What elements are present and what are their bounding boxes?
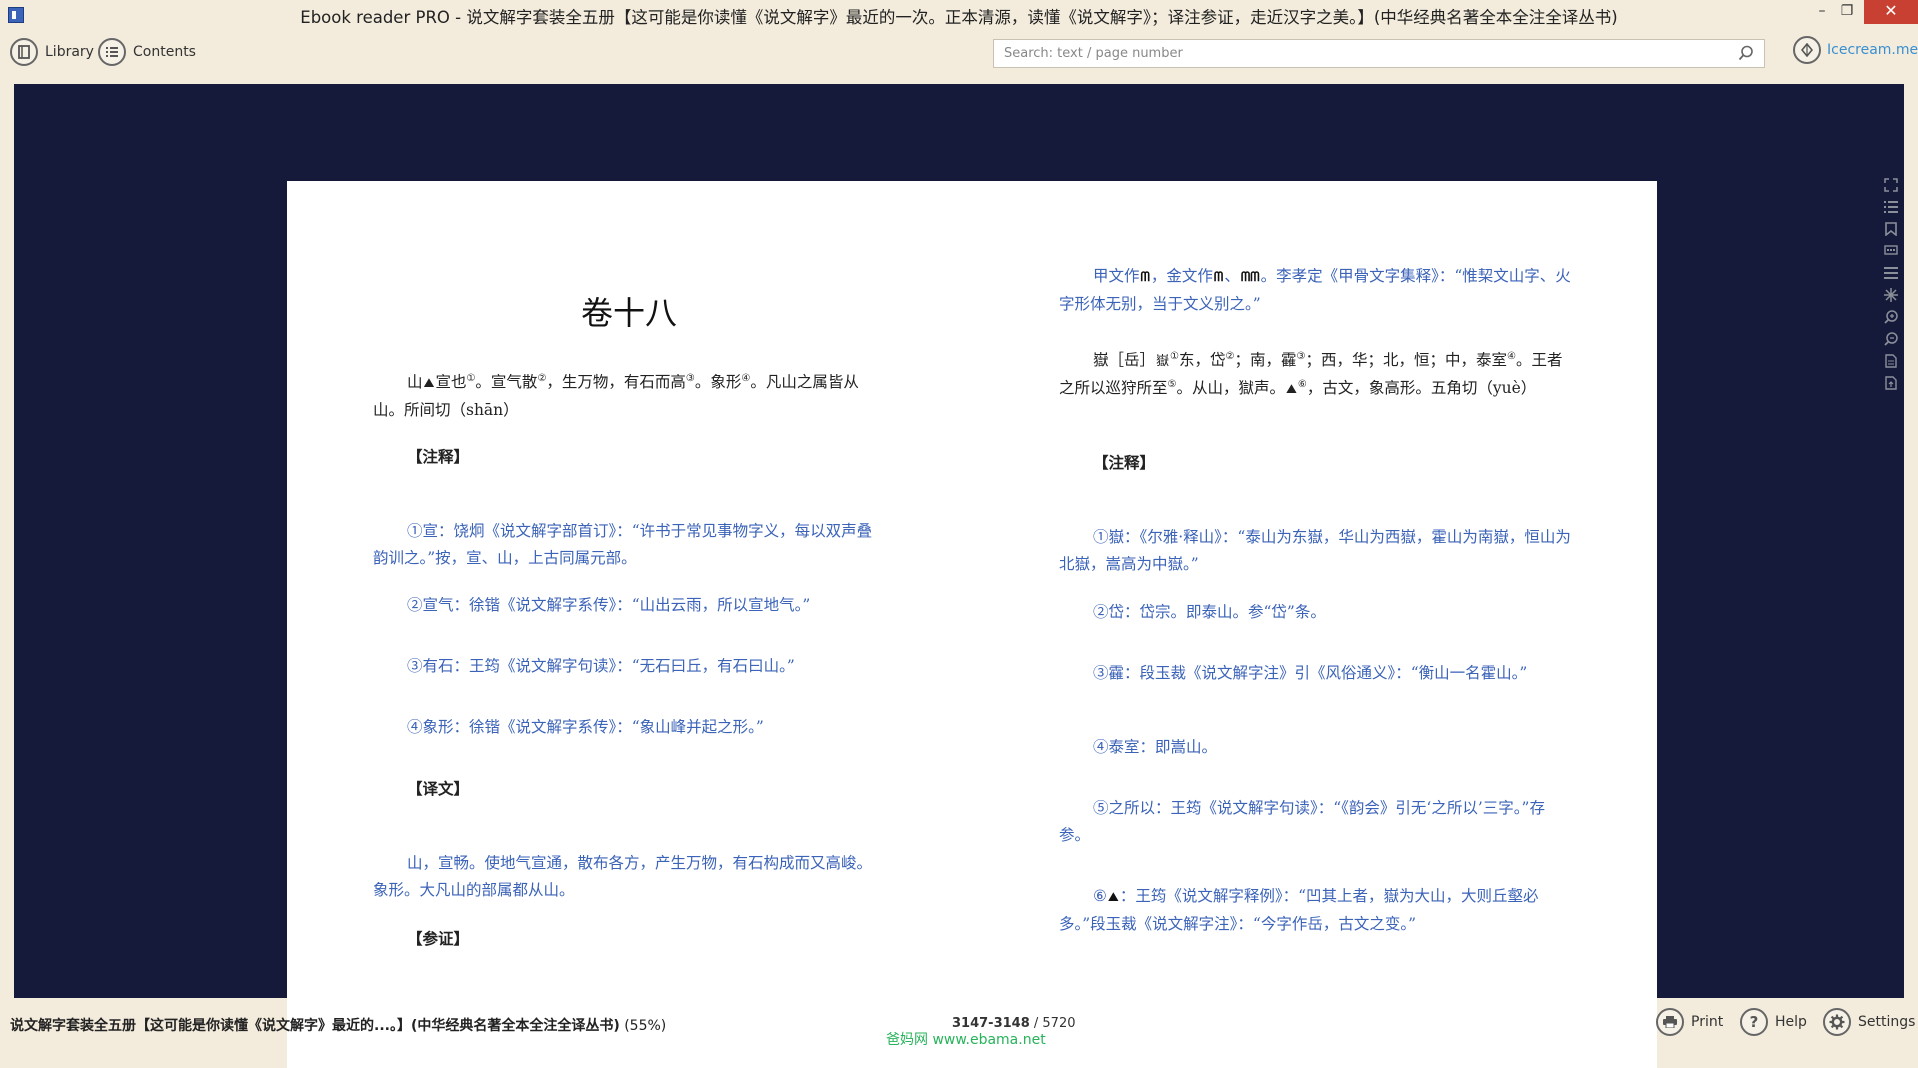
account-icon xyxy=(1793,36,1821,64)
library-icon xyxy=(10,38,38,66)
page-spread: 卷十八 山⛰宣也①。宣气散②，生万物，有石而高③。象形④。凡山之属皆从山。所间切… xyxy=(287,181,1657,1068)
entry-text: 东，岱 xyxy=(1179,351,1226,369)
book-title-text: 说文解字套装全五册【这可能是你读懂《说文解字》最近的...。】(中华经典名著全本… xyxy=(10,1018,620,1034)
zoom-out-icon[interactable] xyxy=(1882,330,1900,348)
entry-text: 。象形 xyxy=(694,373,742,391)
settings-label: Settings xyxy=(1858,1014,1916,1030)
title-bar: Ebook reader PRO - 说文解字套装全五册【这可能是你读懂《说文解… xyxy=(0,0,1918,30)
help-button[interactable]: ? Help xyxy=(1740,1008,1807,1036)
entry-text: 嶽［岳］ xyxy=(1093,351,1156,369)
seal-glyph: ⛰ xyxy=(423,376,435,391)
ancient-glyph: ⛰ xyxy=(1107,890,1119,905)
footnote-ref[interactable]: ④ xyxy=(1507,351,1516,362)
footnote-ref[interactable]: ① xyxy=(1170,351,1179,362)
entry-text: ；西，华；北，恒；中，泰室 xyxy=(1305,351,1507,369)
search-input[interactable] xyxy=(994,40,1744,66)
footnote-ref[interactable]: ⑥ xyxy=(1298,379,1307,390)
bookmark-icon[interactable] xyxy=(1882,220,1900,238)
search-icon[interactable] xyxy=(1738,45,1754,65)
entry-text: 宣也 xyxy=(435,373,467,391)
note-item: ③靃：段玉裁《说文解字注》引《风俗通义》：“衡山一名霍山。” xyxy=(1093,664,1528,682)
zoom-in-icon[interactable] xyxy=(1882,308,1900,326)
note-item: ④泰室：即嵩山。 xyxy=(1093,738,1218,756)
book-title: 说文解字套装全五册【这可能是你读懂《说文解字》最近的...。】(中华经典名著全本… xyxy=(10,1015,666,1035)
settings-button[interactable]: Settings xyxy=(1823,1008,1915,1036)
entry-text: 。从山，獄声。 xyxy=(1176,379,1285,397)
print-button[interactable]: Print xyxy=(1656,1008,1723,1036)
evidence-heading: 【参证】 xyxy=(407,929,470,948)
entry-text: 。宣气散 xyxy=(475,373,538,391)
list-icon xyxy=(98,38,126,66)
export-icon[interactable] xyxy=(1882,374,1900,392)
help-label: Help xyxy=(1775,1014,1807,1030)
oracle-glyph: ᗰ xyxy=(1140,270,1150,285)
note-item: ①嶽：《尔雅·释山》：“泰山为东嶽，华山为西嶽，霍山为南嶽，恒山为北嶽，嵩高为中… xyxy=(1059,528,1571,573)
note-number: ⑥ xyxy=(1093,887,1107,905)
chapter-title: 卷十八 xyxy=(580,294,677,332)
library-button[interactable]: Library xyxy=(10,36,94,68)
fullscreen-icon[interactable] xyxy=(1882,176,1900,194)
translation-heading: 【译文】 xyxy=(407,779,470,798)
window-title: Ebook reader PRO - 说文解字套装全五册【这可能是你读懂《说文解… xyxy=(300,8,1618,27)
contents-button[interactable]: Contents xyxy=(98,36,196,68)
note-item: ①宣：饶炯《说文解字部首订》：“许书于常见事物字义，每以双声叠韵训之。”按，宣、… xyxy=(373,522,873,567)
notes-heading: 【注释】 xyxy=(407,447,470,466)
evidence-part: ，金文作 xyxy=(1150,267,1213,285)
printer-icon xyxy=(1656,1008,1684,1036)
library-label: Library xyxy=(45,44,94,60)
note-item: ⑤之所以：王筠《说文解字句读》：“《韵会》引无‘之所以’三字。”存参。 xyxy=(1059,799,1545,844)
page-icon[interactable] xyxy=(1882,352,1900,370)
note-item: ④象形：徐锴《说文解字系传》：“象山峰并起之形。” xyxy=(407,718,764,736)
footnote-ref[interactable]: ③ xyxy=(686,373,695,384)
progress-percent: (55%) xyxy=(624,1018,667,1034)
dictionary-entry: 嶽［岳］嶽①东，岱②；南，靃③；西，华；北，恒；中，泰室④。王者之所以巡狩所至⑤… xyxy=(1059,347,1571,403)
brightness-icon[interactable] xyxy=(1882,286,1900,304)
note-text: ：王筠《说文解字释例》：“凹其上者，嶽为大山，大则丘壑必多。”段玉裁《说文解字注… xyxy=(1059,887,1539,933)
toolbar: Library Contents Icecream.me xyxy=(0,30,1918,80)
watermark: 爸妈网 www.ebama.net xyxy=(886,1032,1046,1048)
entry-head: 山 xyxy=(407,373,423,391)
translation-text: 山，宣畅。使地气宣通，散布各方，产生万物，有石构成而又高峻。象形。大凡山的部属都… xyxy=(373,854,873,899)
bronze-glyph: ᗰ xyxy=(1213,270,1224,285)
note-item: ③有石：王筠《说文解字句读》：“无石曰丘，有石曰山。” xyxy=(407,657,795,675)
search-box xyxy=(993,39,1765,68)
reading-area: 卷十八 山⛰宣也①。宣气散②，生万物，有石而高③。象形④。凡山之属皆从山。所间切… xyxy=(14,84,1904,1068)
note-item: ⑥⛰：王筠《说文解字释例》：“凹其上者，嶽为大山，大则丘壑必多。”段玉裁《说文解… xyxy=(1059,883,1571,938)
entry-text: ，古文，象高形。五角切（yuè） xyxy=(1306,379,1537,397)
status-bar: 说文解字套装全五册【这可能是你读懂《说文解字》最近的...。】(中华经典名著全本… xyxy=(0,1000,1918,1049)
contents-label: Contents xyxy=(133,44,196,60)
help-icon: ? xyxy=(1740,1008,1768,1036)
close-button[interactable]: ✕ xyxy=(1864,0,1918,24)
entry-text: ，生万物，有石而高 xyxy=(546,373,686,391)
evidence-text: 甲文作ᗰ，金文作ᗰ、ᗰᗰ。李孝定《甲骨文字集释》：“惟栔文山字、火字形体无别，当… xyxy=(1059,263,1571,318)
print-label: Print xyxy=(1691,1014,1724,1030)
evidence-part: 、 xyxy=(1224,267,1240,285)
comment-icon[interactable] xyxy=(1882,242,1900,260)
note-item: ②宣气：徐锴《说文解字系传》：“山出云雨，所以宣地气。” xyxy=(407,596,811,614)
ancient-glyph: ⛰ xyxy=(1286,382,1297,397)
gear-icon xyxy=(1823,1008,1851,1036)
seal-glyph: 嶽 xyxy=(1156,354,1170,369)
list-icon[interactable] xyxy=(1882,198,1900,216)
entry-text: ；南，靃 xyxy=(1234,351,1297,369)
evidence-part: 甲文作 xyxy=(1093,267,1140,285)
dictionary-entry: 山⛰宣也①。宣气散②，生万物，有石而高③。象形④。凡山之属皆从山。所间切（shā… xyxy=(373,369,885,424)
maximize-button[interactable]: ❐ xyxy=(1829,0,1865,24)
bronze-glyph: ᗰᗰ xyxy=(1240,270,1260,285)
notes-heading: 【注释】 xyxy=(1093,453,1156,472)
account-name: Icecream.me xyxy=(1827,42,1918,58)
text-icon[interactable] xyxy=(1882,264,1900,282)
account-link[interactable]: Icecream.me xyxy=(1793,36,1918,64)
note-item: ②岱：岱宗。即泰山。参“岱”条。 xyxy=(1093,603,1326,621)
